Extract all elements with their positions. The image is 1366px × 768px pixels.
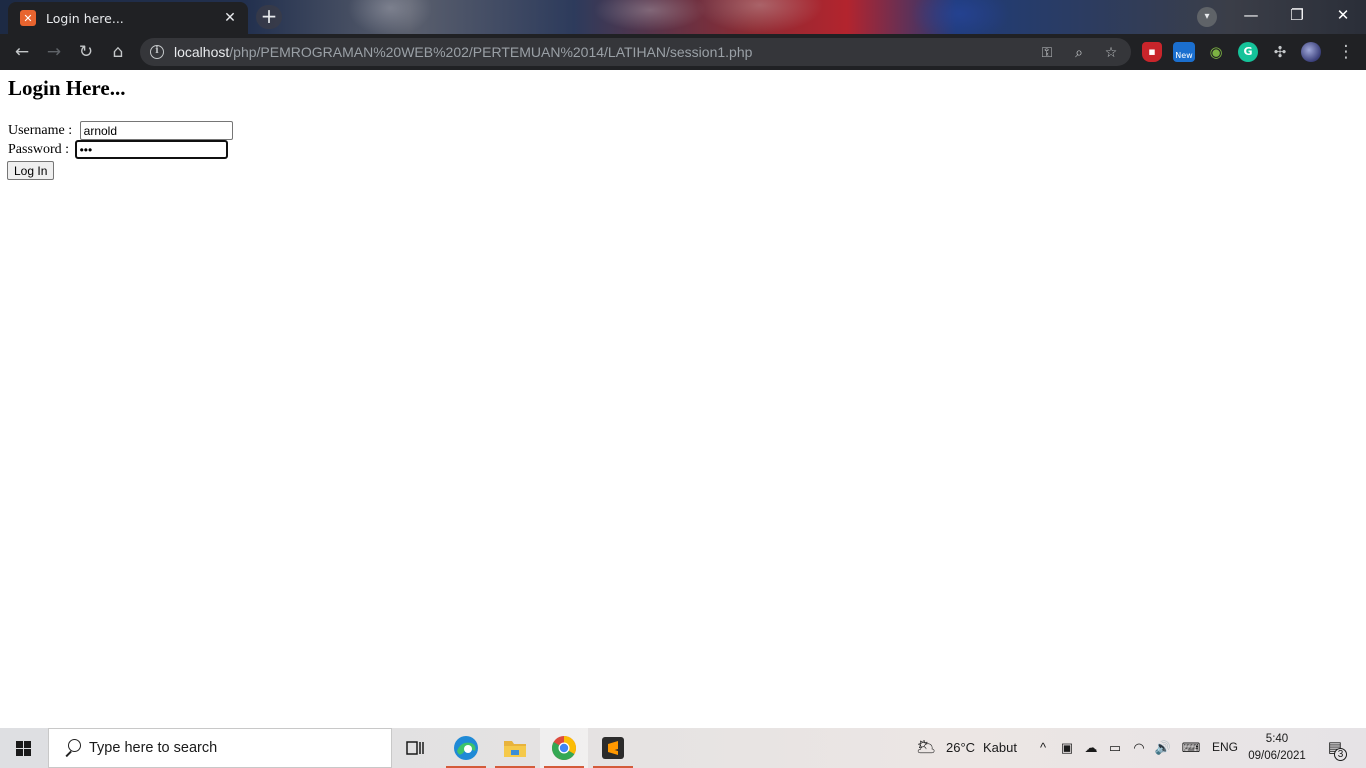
address-bar[interactable]: i localhost/php/PEMROGRAMAN%20WEB%202/PE… bbox=[140, 38, 1131, 66]
tab-title: Login here... bbox=[46, 10, 124, 26]
password-input[interactable] bbox=[74, 140, 228, 159]
url-text[interactable]: localhost/php/PEMROGRAMAN%20WEB%202/PERT… bbox=[174, 44, 752, 60]
page-title: Login Here... bbox=[8, 76, 126, 100]
search-icon bbox=[63, 739, 81, 757]
keyboard-icon[interactable]: ⌨ bbox=[1179, 739, 1203, 757]
taskbar-chrome[interactable] bbox=[540, 728, 588, 768]
folder-icon bbox=[504, 741, 526, 757]
username-row: Username : bbox=[8, 121, 233, 140]
page-content: Login Here... Username : Password : Log … bbox=[0, 70, 1366, 728]
zoom-icon[interactable]: ⌕ bbox=[1070, 44, 1088, 62]
taskbar-sublime-text[interactable] bbox=[589, 728, 637, 768]
restore-button[interactable]: ❐ bbox=[1274, 0, 1320, 32]
url-path: /php/PEMROGRAMAN%20WEB%202/PERTEMUAN%201… bbox=[229, 44, 753, 60]
menu-kebab-icon[interactable]: ⋮ bbox=[1334, 40, 1358, 64]
taskbar-edge[interactable] bbox=[442, 728, 490, 768]
volume-icon[interactable]: 🔊 bbox=[1154, 739, 1172, 757]
taskbar: Type here to search 🌥 26°C Kabut ^ ▣ ☁ ▭… bbox=[0, 728, 1366, 768]
reload-button[interactable]: ↻ bbox=[74, 40, 98, 64]
extensions-puzzle-icon[interactable]: ✣ bbox=[1270, 42, 1290, 62]
grammarly-icon[interactable]: G bbox=[1238, 42, 1258, 62]
tab-strip: ✕ Login here... ✕ + ▾ — ❐ ✕ bbox=[0, 0, 1366, 34]
notification-count-badge: 3 bbox=[1334, 748, 1347, 761]
weather-desc[interactable]: Kabut bbox=[983, 740, 1017, 755]
key-icon[interactable]: ⚿ bbox=[1038, 44, 1056, 62]
meet-now-icon[interactable]: ▣ bbox=[1058, 739, 1076, 757]
tab-close-icon[interactable]: ✕ bbox=[222, 10, 238, 26]
new-extension-icon[interactable]: New bbox=[1173, 42, 1195, 62]
colorful-extension-icon[interactable]: ◉ bbox=[1206, 42, 1226, 62]
task-view-icon bbox=[406, 741, 424, 755]
edge-icon bbox=[454, 736, 478, 760]
sublime-text-icon bbox=[602, 737, 624, 759]
home-button[interactable]: ⌂ bbox=[106, 40, 130, 64]
url-host: localhost bbox=[174, 44, 230, 60]
task-view-button[interactable] bbox=[392, 728, 440, 768]
clock-time: 5:40 bbox=[1265, 733, 1289, 745]
back-button[interactable]: ← bbox=[10, 40, 34, 64]
profile-avatar[interactable] bbox=[1301, 42, 1321, 62]
wifi-icon[interactable]: ◠ bbox=[1130, 739, 1148, 757]
browser-toolbar: ← → ↻ ⌂ i localhost/php/PEMROGRAMAN%20WE… bbox=[0, 34, 1366, 70]
xampp-icon: ✕ bbox=[20, 10, 36, 26]
clock-date: 09/06/2021 bbox=[1248, 750, 1306, 762]
login-button[interactable]: Log In bbox=[7, 161, 55, 180]
bookmark-star-icon[interactable]: ☆ bbox=[1102, 44, 1120, 62]
password-row: Password : bbox=[8, 140, 228, 159]
onedrive-cloud-icon[interactable]: ☁ bbox=[1082, 739, 1100, 757]
new-tab-button[interactable]: + bbox=[256, 5, 282, 29]
weather-temp[interactable]: 26°C bbox=[946, 740, 975, 755]
minimize-button[interactable]: — bbox=[1228, 0, 1274, 32]
forward-button[interactable]: → bbox=[42, 40, 66, 64]
chevron-up-icon[interactable]: ^ bbox=[1034, 739, 1052, 757]
username-input[interactable] bbox=[79, 121, 233, 140]
weather-icon[interactable]: 🌥 bbox=[914, 739, 938, 757]
start-button[interactable] bbox=[0, 728, 48, 768]
extension-badge: New bbox=[1175, 51, 1193, 60]
tab-search-button[interactable]: ▾ bbox=[1197, 7, 1217, 27]
windows-logo-icon bbox=[16, 741, 32, 756]
search-placeholder: Type here to search bbox=[89, 740, 218, 756]
password-label: Password : bbox=[8, 141, 73, 157]
browser-tab[interactable]: ✕ Login here... ✕ bbox=[8, 2, 248, 34]
info-icon[interactable]: i bbox=[150, 45, 164, 59]
taskbar-file-explorer[interactable] bbox=[491, 728, 539, 768]
chrome-icon bbox=[551, 736, 576, 761]
battery-icon[interactable]: ▭ bbox=[1106, 739, 1124, 757]
username-label: Username : bbox=[8, 122, 76, 138]
clock[interactable]: 5:40 09/06/2021 bbox=[1244, 731, 1310, 765]
shield-extension-icon[interactable]: ▪ bbox=[1142, 42, 1162, 62]
close-window-button[interactable]: ✕ bbox=[1320, 0, 1366, 32]
language-indicator[interactable]: ENG bbox=[1212, 740, 1238, 754]
taskbar-search-box[interactable]: Type here to search bbox=[48, 728, 392, 768]
